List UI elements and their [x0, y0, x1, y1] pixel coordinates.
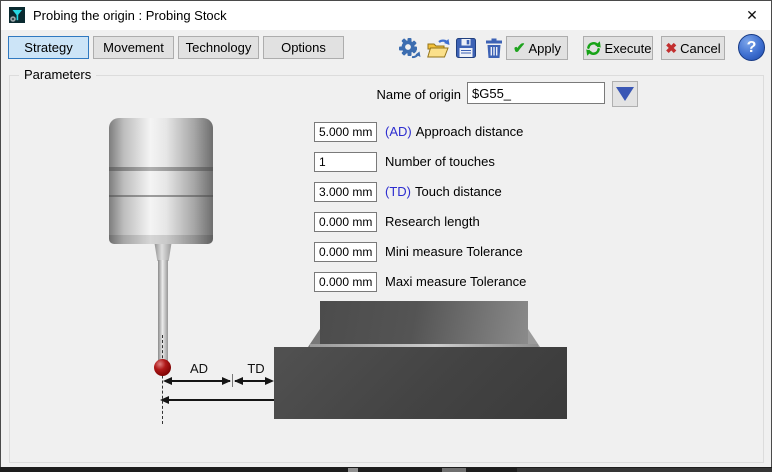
approach-distance-label: (AD)Approach distance	[385, 122, 523, 142]
touch-distance-input[interactable]	[314, 182, 377, 202]
approach-distance-input[interactable]	[314, 122, 377, 142]
execute-button[interactable]: Execute	[583, 36, 653, 60]
probe-ruby-tip	[154, 359, 171, 376]
maxi-tolerance-input[interactable]	[314, 272, 377, 292]
research-length-input[interactable]	[314, 212, 377, 232]
tab-strategy[interactable]: Strategy	[8, 36, 89, 59]
tab-movement[interactable]: Movement	[93, 36, 174, 59]
td-dimension-label: TD	[241, 361, 271, 376]
open-folder-icon[interactable]	[425, 35, 450, 61]
x-icon: ✖	[665, 41, 677, 55]
number-of-touches-input[interactable]	[314, 152, 377, 172]
settings-gear-icon[interactable]	[397, 35, 422, 61]
probing-dialog: Probing the origin : Probing Stock ✕ Str…	[0, 0, 772, 468]
probe-centerline	[162, 335, 163, 424]
execute-label: Execute	[605, 41, 652, 56]
ad-dimension-label: AD	[184, 361, 214, 376]
probe-seam	[109, 235, 213, 244]
probe-seam	[109, 195, 213, 197]
desktop-strip	[442, 468, 466, 472]
arrowhead-right-icon	[222, 377, 231, 385]
maxi-tolerance-label: Maxi measure Tolerance	[385, 272, 526, 292]
title-bar: Probing the origin : Probing Stock ✕	[1, 1, 771, 30]
mini-tolerance-label: Mini measure Tolerance	[385, 242, 523, 262]
check-icon: ✔	[513, 41, 526, 56]
help-button[interactable]: ?	[738, 34, 765, 61]
mini-tolerance-input[interactable]	[314, 242, 377, 262]
stock-boss-graphic	[320, 301, 528, 347]
desktop-strip	[517, 468, 772, 472]
stock-base-graphic	[274, 347, 567, 419]
number-of-touches-label: Number of touches	[385, 152, 495, 172]
cancel-button[interactable]: ✖ Cancel	[661, 36, 725, 60]
cancel-label: Cancel	[680, 41, 720, 56]
triangle-down-icon	[616, 87, 634, 101]
tab-technology[interactable]: Technology	[178, 36, 259, 59]
probe-stylus-shaft	[158, 260, 168, 361]
delete-trash-icon[interactable]	[481, 35, 506, 61]
touch-distance-label: (TD)Touch distance	[385, 182, 502, 202]
arrowhead-right-icon	[265, 377, 274, 385]
probe-seam	[109, 167, 213, 171]
tab-options[interactable]: Options	[263, 36, 344, 59]
ad-dimension-line	[168, 380, 230, 382]
name-of-origin-label: Name of origin	[361, 87, 461, 102]
execute-arrows-icon	[585, 40, 602, 57]
dimension-tick	[232, 374, 233, 387]
apply-label: Apply	[529, 41, 562, 56]
apply-button[interactable]: ✔ Apply	[506, 36, 568, 60]
app-icon	[9, 7, 25, 23]
probe-body-graphic	[109, 118, 213, 244]
parameters-group-label: Parameters	[19, 67, 96, 82]
window-title: Probing the origin : Probing Stock	[33, 1, 227, 30]
desktop-strip	[348, 468, 358, 472]
research-length-label: Research length	[385, 212, 480, 232]
origin-dropdown-button[interactable]	[612, 81, 638, 107]
save-icon[interactable]	[453, 35, 478, 61]
name-of-origin-input[interactable]	[467, 82, 605, 104]
total-dimension-line	[167, 399, 274, 401]
arrowhead-left-icon	[234, 377, 243, 385]
close-button[interactable]: ✕	[739, 4, 765, 27]
arrowhead-left-icon	[163, 377, 172, 385]
